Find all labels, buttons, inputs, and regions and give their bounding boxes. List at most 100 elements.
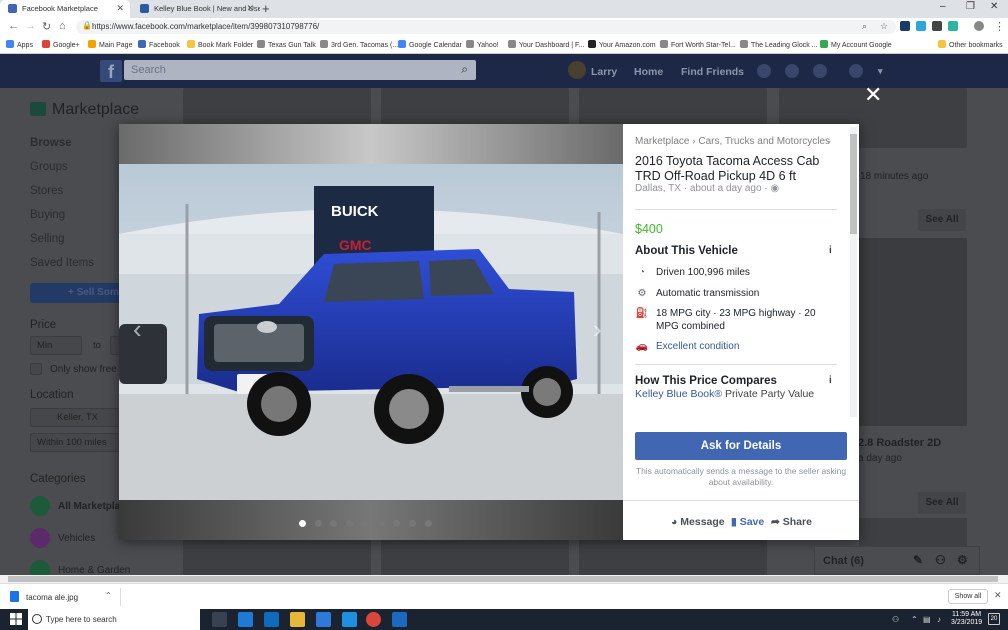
notifications-icon[interactable]: 20 [988,613,1000,625]
sidebar-item-selling[interactable]: Selling [30,233,65,245]
bookmark-item[interactable]: Apps [6,40,33,49]
bookmark-item[interactable]: My Account Google [820,40,892,49]
network-icon[interactable]: ▤ [923,615,931,624]
photo-dot[interactable] [299,520,306,527]
chrome-icon[interactable] [366,612,381,627]
other-bookmarks-folder[interactable]: Other bookmarks [938,40,1003,49]
messenger-icon[interactable] [785,64,799,78]
sidebar-item-groups[interactable]: Groups [30,161,68,173]
menu-dots-icon[interactable]: ⋮ [994,20,1005,33]
user-avatar[interactable] [568,61,586,79]
internet-explorer-icon[interactable] [342,612,357,627]
bookmark-star-icon[interactable]: ☆ [880,21,888,32]
sidebar-item-browse[interactable]: Browse [30,137,72,149]
close-window-button[interactable]: ✕ [990,1,998,12]
see-all-button[interactable]: See All [918,209,966,231]
notifications-icon[interactable] [813,64,827,78]
back-arrow-icon[interactable]: ← [8,20,19,32]
zoom-icon[interactable]: ⌕ [862,21,867,32]
reload-icon[interactable]: ↻ [42,20,51,33]
next-photo-arrow-icon[interactable]: › [593,314,602,345]
find-friends-link[interactable]: Find Friends [681,66,744,78]
listing-thumbnail[interactable] [579,88,767,124]
taskbar-search-input[interactable]: Type here to search [28,609,200,630]
taskbar-clock[interactable]: 11:59 AM 3/23/2019 [951,611,982,627]
sidebar-item-stores[interactable]: Stores [30,185,63,197]
listing-thumbnail[interactable] [381,540,569,575]
listing-thumbnail[interactable] [579,540,767,575]
sidebar-item-buying[interactable]: Buying [30,209,65,221]
tab-kelley-blue-book[interactable]: Kelley Blue Book | New and Used Car... ✕ [132,0,260,18]
sidebar-item-saved-items[interactable]: Saved Items [30,257,94,269]
horizontal-scrollbar[interactable] [0,575,1008,583]
info-icon[interactable]: i [829,375,832,386]
facebook-search-input[interactable]: Search ⌕ [124,60,476,80]
chevron-up-icon[interactable]: ⌃ [105,591,112,600]
kbb-link[interactable]: Kelley Blue Book® [635,388,722,400]
previous-photo-arrow-icon[interactable]: ‹ [133,314,142,345]
bookmark-item[interactable]: Fort Worth Star-Tel... [660,40,736,49]
gear-icon[interactable]: ⚙ [957,553,968,567]
close-icon[interactable]: ✕ [994,590,1002,601]
tab-facebook-marketplace[interactable]: Facebook Marketplace ✕ [0,0,130,18]
chevron-up-icon[interactable]: ⌃ [911,615,918,624]
bookmark-item[interactable]: Google Calendar [398,40,462,49]
forward-arrow-icon[interactable]: → [25,20,36,32]
volume-icon[interactable]: ♪ [937,615,941,624]
search-icon[interactable]: ⌕ [461,62,468,77]
home-link[interactable]: Home [634,66,663,78]
bookmark-item[interactable]: Facebook [138,40,180,49]
bookmark-item[interactable]: Main Page [88,40,132,49]
compose-icon[interactable]: ✎ [913,553,923,567]
details-scrollbar-thumb[interactable] [850,134,857,234]
extension-icon[interactable] [932,21,942,31]
windows-start-icon[interactable] [10,613,22,625]
listing-thumbnail[interactable] [859,238,967,426]
friend-requests-icon[interactable] [757,64,771,78]
extension-cloud-icon[interactable] [916,21,926,31]
download-filename[interactable]: tacoma ale.jpg [26,593,78,602]
group-chat-icon[interactable]: ⚇ [935,553,946,567]
chevron-down-icon[interactable]: ⌄ [825,135,833,146]
chat-bar[interactable]: Chat (6) ✎ ⚇ ⚙ [814,546,980,575]
file-explorer-icon[interactable] [290,612,305,627]
home-icon[interactable]: ⌂ [59,20,66,32]
address-bar[interactable]: 🔒 https://www.facebook.com/marketplace/i… [76,20,896,34]
close-modal-icon[interactable]: ✕ [864,84,882,106]
extension-icon[interactable] [900,21,910,31]
extension-icon[interactable] [948,21,958,31]
listing-photo[interactable]: BUICK GMC ‹ › [119,124,623,540]
close-tab-icon[interactable]: ✕ [116,3,124,14]
profile-avatar-icon[interactable] [974,21,984,31]
photo-dot[interactable] [377,520,385,527]
people-icon[interactable]: ⚇ [892,615,899,624]
free-only-checkbox[interactable] [30,363,42,375]
share-button[interactable]: ➦ Share [771,516,812,528]
close-tab-icon[interactable]: ✕ [246,3,254,14]
message-button[interactable]: ◕ Message [671,516,725,528]
security-shield-icon[interactable] [316,612,331,627]
price-min-input[interactable]: Min [30,336,82,355]
photo-dot[interactable] [408,520,416,527]
save-button[interactable]: ▮ Save [731,516,764,528]
edge-browser-icon[interactable] [238,612,253,627]
breadcrumb[interactable]: Marketplace › Cars, Trucks and Motorcycl… [635,135,833,147]
condition-link[interactable]: Excellent condition [656,341,841,354]
bookmark-item[interactable]: 3rd Gen. Tacomas (... [320,40,398,49]
help-icon[interactable] [849,64,863,78]
bookmark-item[interactable]: Google+ [42,40,80,49]
category-vehicles[interactable]: Vehicles [58,533,95,544]
bookmark-item[interactable]: Your Amazon.com [588,40,656,49]
account-dropdown-icon[interactable]: ▾ [878,66,883,77]
bookmark-item[interactable]: Book Mark Folder [187,40,253,49]
scrollbar-thumb[interactable] [8,576,998,582]
category-home-garden[interactable]: Home & Garden [58,565,130,575]
maximize-button[interactable]: ❐ [966,1,975,12]
listing-thumbnail[interactable] [381,88,569,124]
minimize-button[interactable]: – [940,1,946,12]
listing-thumbnail[interactable] [183,88,371,124]
see-all-button[interactable]: See All [918,492,966,514]
new-tab-button[interactable]: + [262,1,270,16]
profile-link[interactable]: Larry [591,66,617,78]
ask-for-details-button[interactable]: Ask for Details [635,432,847,460]
